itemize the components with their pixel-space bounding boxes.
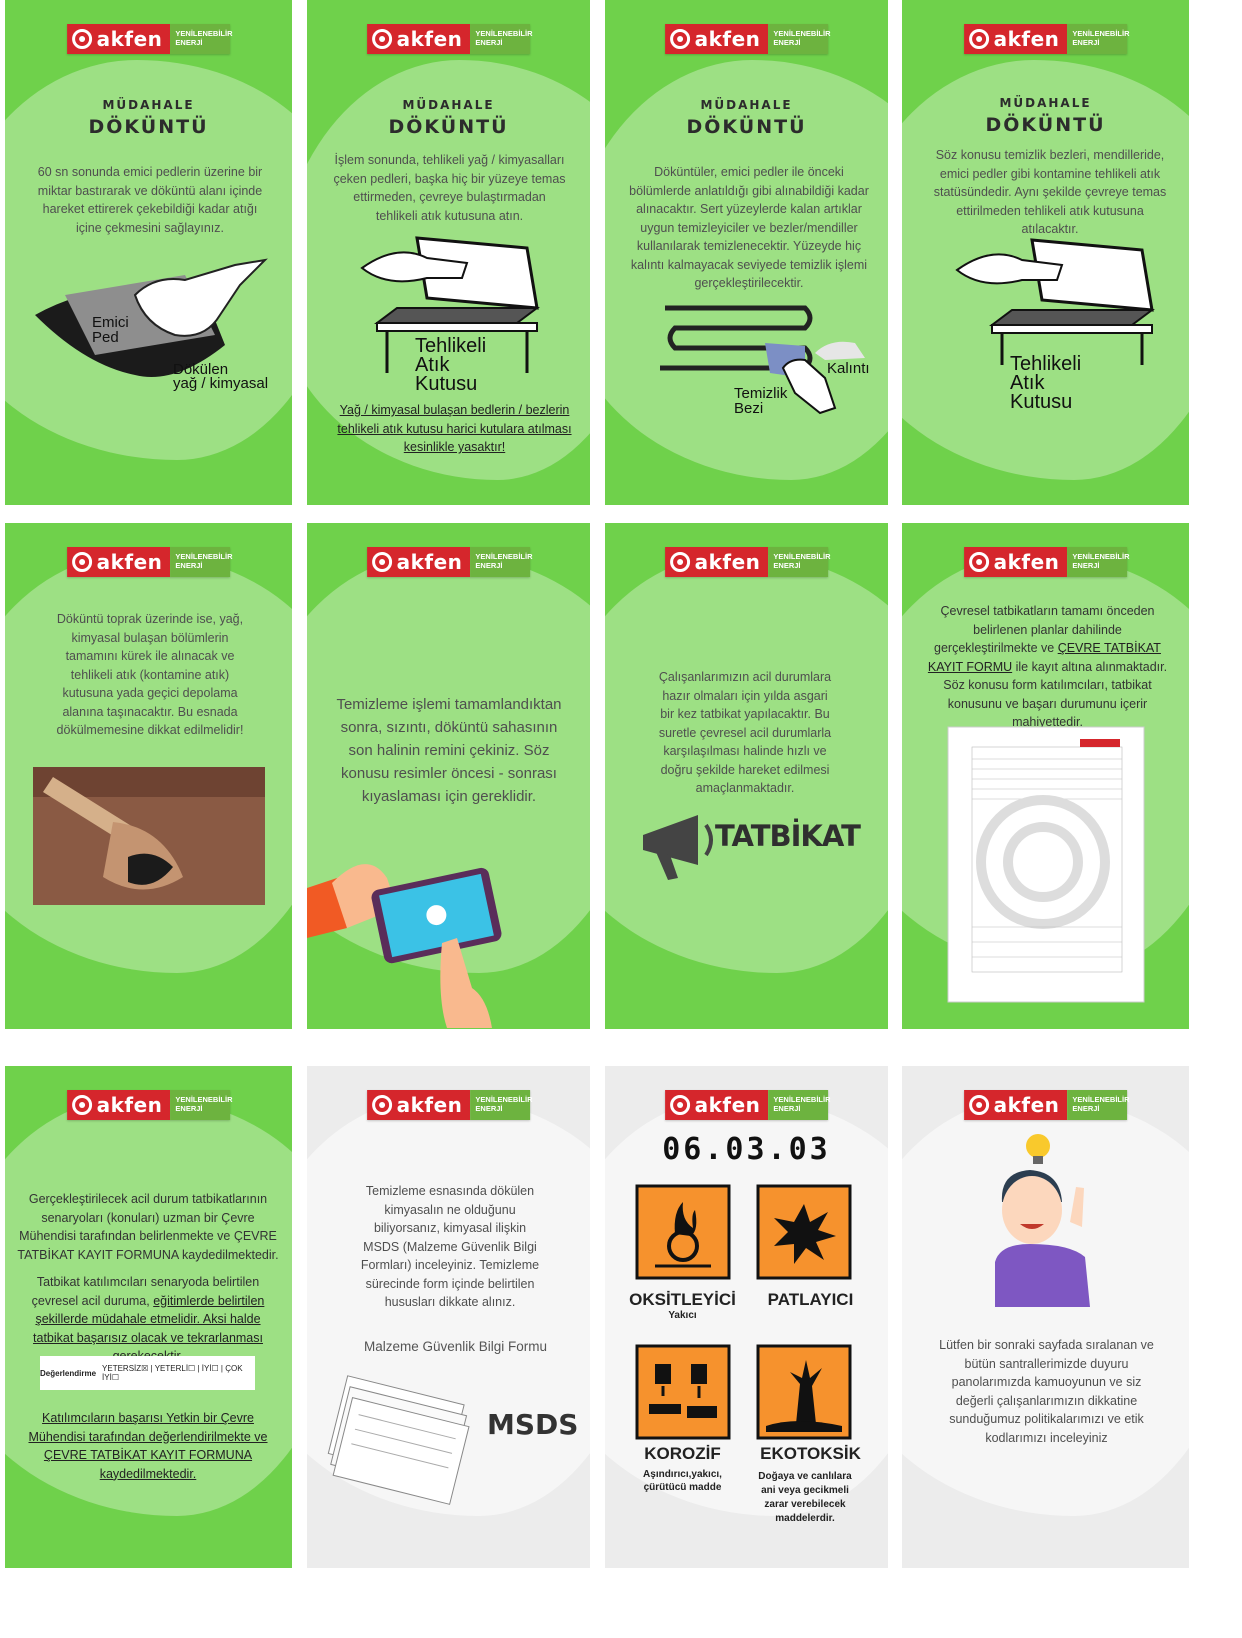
akfen-logo: akfen YENİLENEBİLİR ENERJİ [963,1090,1130,1120]
evaluation-box: Değerlendirme YETERSİZ☒ | YETERLİ☐ | İYİ☐… [40,1356,255,1390]
waste-code: 06.03.03 [662,1132,831,1167]
card-hazards: akfen YENİLENEBİLİR ENERJİ 06.03.03 OKSİTL… [605,1066,888,1568]
idea-person-illustration [995,1134,1090,1307]
drill-title: TATBİKAT [715,819,861,853]
akfen-logo: akfen YENİLENEBİLİR ENERJİ [366,24,533,54]
card-cloth-waste: akfen YENİLENEBİLİR ENERJİ MÜDAHALE DÖKÜNT… [902,0,1189,505]
environment-hazard-icon [756,1344,852,1440]
waste-box-label-3: Kutusu [1010,391,1073,413]
explosive-icon [756,1184,852,1280]
hazard-sub-1: Yakıcı [668,1310,697,1321]
akfen-logo: akfen YENİLENEBİLİR ENERJİ [366,547,533,577]
heading-main: DÖKÜNTÜ [686,116,807,138]
card-form: akfen YENİLENEBİLİR ENERJİ Çevresel tatbik… [902,523,1189,1029]
card-policies: akfen YENİLENEBİLİR ENERJİ Lütfen bir sonr… [902,1066,1189,1568]
body-text: Lütfen bir sonraki sayfada sıralanan ve … [939,1338,1154,1445]
phone-camera-illustration [307,864,502,1028]
absorbent-pad-illustration [35,258,268,377]
heading-small: MÜDAHALE [999,96,1092,110]
akfen-logo-icon [371,552,392,572]
shovel-soil-image [33,767,265,905]
body-text: Döküntü toprak üzerinde ise, yağ, kimyas… [56,612,244,737]
akfen-logo-icon [371,1095,392,1115]
card-msds: akfen YENİLENEBİLİR ENERJİ Temizleme esnas… [307,1066,590,1568]
hazard-label-4: EKOTOKSİK [760,1444,861,1463]
cloth-label-2: Bezi [734,400,764,417]
body-text: 60 sn sonunda emici pedlerin üzerine bir… [37,165,263,235]
akfen-logo-icon [71,1095,92,1115]
waste-box-label-2: Atık [415,354,450,376]
akfen-logo-icon [669,1095,690,1115]
body-text-3: Katılımcıların başarısı Yetkin bir Çevre… [28,1411,268,1481]
card-drill: akfen YENİLENEBİLİR ENERJİ Çalışanlarımızı… [605,523,888,1029]
akfen-logo-icon [968,552,989,572]
card-surface-clean: akfen YENİLENEBİLİR ENERJİ MÜDAHALE DÖKÜNT… [605,0,888,505]
msds-subtitle: Malzeme Güvenlik Bilgi Formu [364,1339,548,1354]
hazard-label-2: PATLAYICI [767,1290,854,1309]
akfen-logo-icon [968,29,989,49]
akfen-logo: akfen YENİLENEBİLİR ENERJİ [66,1090,233,1120]
body-text: Döküntüler, emici pedler ile önceki bölü… [629,165,869,290]
waste-box-label-1: Tehlikeli [1010,353,1082,375]
body-text-2: Tatbikat katılımcıları senaryoda belirti… [31,1275,265,1363]
card-soil-spill: akfen YENİLENEBİLİR ENERJİ Döküntü toprak … [5,523,292,1029]
body-text: Çalışanlarımızın acil durumlara hazır ol… [658,670,832,795]
body-text: İşlem sonunda, tehlikeli yağ / kimyasall… [333,153,566,223]
akfen-logo-icon [669,29,690,49]
akfen-logo: akfen YENİLENEBİLİR ENERJİ [366,1090,533,1120]
oxidizer-icon [635,1184,731,1280]
heading-main: DÖKÜNTÜ [985,114,1106,136]
akfen-logo-icon [71,552,92,572]
waste-box-label-1: Tehlikeli [415,335,487,357]
akfen-logo-icon [669,552,690,572]
heading-small: MÜDAHALE [700,98,793,112]
akfen-logo: akfen YENİLENEBİLİR ENERJİ [963,24,1130,54]
label-pad-2: Ped [92,329,119,346]
form-document-image [947,726,1145,1003]
body-text: Temizleme esnasında dökülen kimyasalın n… [360,1184,540,1309]
body-text-1: Gerçekleştirilecek acil durum tatbikatla… [17,1192,279,1262]
warning-text: Yağ / kimyasal bulaşan bedlerin / bezler… [337,403,572,454]
msds-title: MSDS [487,1408,579,1441]
akfen-logo: akfen YENİLENEBİLİR ENERJİ [664,24,831,54]
card-spill-absorb: akfen YENİLENEBİLİR ENERJİ MÜDAHALE DÖKÜNT… [5,0,292,505]
residue-label: Kalıntı [827,360,870,377]
waste-box-label-2: Atık [1010,372,1045,394]
card-waste-box: akfen YENİLENEBİLİR ENERJİ MÜDAHALE DÖKÜNT… [307,0,590,505]
body-text: Çevresel tatbikatların tamamı önceden be… [927,604,1168,729]
card-drill-eval: akfen YENİLENEBİLİR ENERJİ Gerçekleştirile… [5,1066,292,1568]
akfen-logo-icon [71,29,92,49]
heading-small: MÜDAHALE [102,98,195,112]
corrosive-icon [635,1344,731,1440]
hazard-sub-4: Doğaya ve canlılara ani veya gecikmeli z… [758,1471,852,1524]
label-spill-2: yağ / kimyasal [173,375,269,392]
card-photo: akfen YENİLENEBİLİR ENERJİ Temizleme işlem… [307,523,590,1029]
document-stack-illustration [327,1375,470,1505]
akfen-logo: akfen YENİLENEBİLİR ENERJİ [963,547,1130,577]
akfen-logo-icon [968,1095,989,1115]
akfen-logo: akfen YENİLENEBİLİR ENERJİ [66,24,233,54]
akfen-logo: akfen YENİLENEBİLİR ENERJİ [664,547,831,577]
akfen-logo: akfen YENİLENEBİLİR ENERJİ [66,547,233,577]
akfen-logo: akfen YENİLENEBİLİR ENERJİ [664,1090,831,1120]
waste-box-label-3: Kutusu [415,373,478,395]
heading-small: MÜDAHALE [402,98,495,112]
hazard-sub-3: Aşındırıcı,yakıcı, çürütücü madde [643,1469,722,1493]
megaphone-icon [643,815,713,880]
akfen-logo-icon [371,29,392,49]
heading-main: DÖKÜNTÜ [388,116,509,138]
body-text: Temizleme işlemi tamamlandıktan sonra, s… [336,696,562,805]
heading-main: DÖKÜNTÜ [88,116,209,138]
